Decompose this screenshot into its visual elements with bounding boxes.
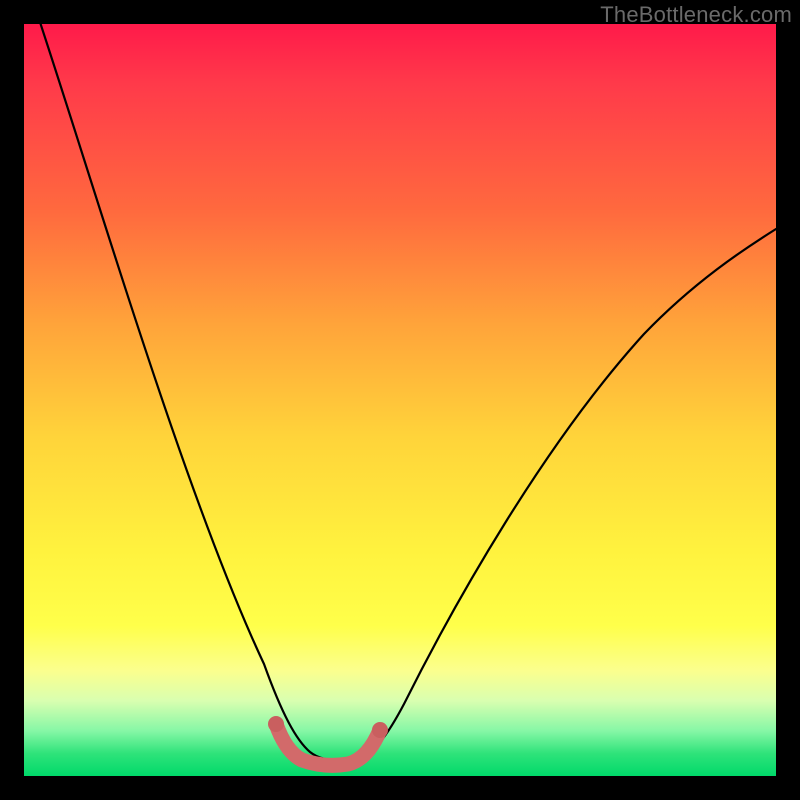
gradient-plot-area	[24, 24, 776, 776]
bottleneck-chart	[24, 24, 776, 776]
optimal-valley-marker	[276, 724, 380, 765]
valley-marker-left-dot	[268, 716, 284, 732]
watermark-text: TheBottleneck.com	[600, 2, 792, 28]
bottleneck-curve-line	[34, 24, 776, 761]
valley-marker-right-dot	[372, 722, 388, 738]
